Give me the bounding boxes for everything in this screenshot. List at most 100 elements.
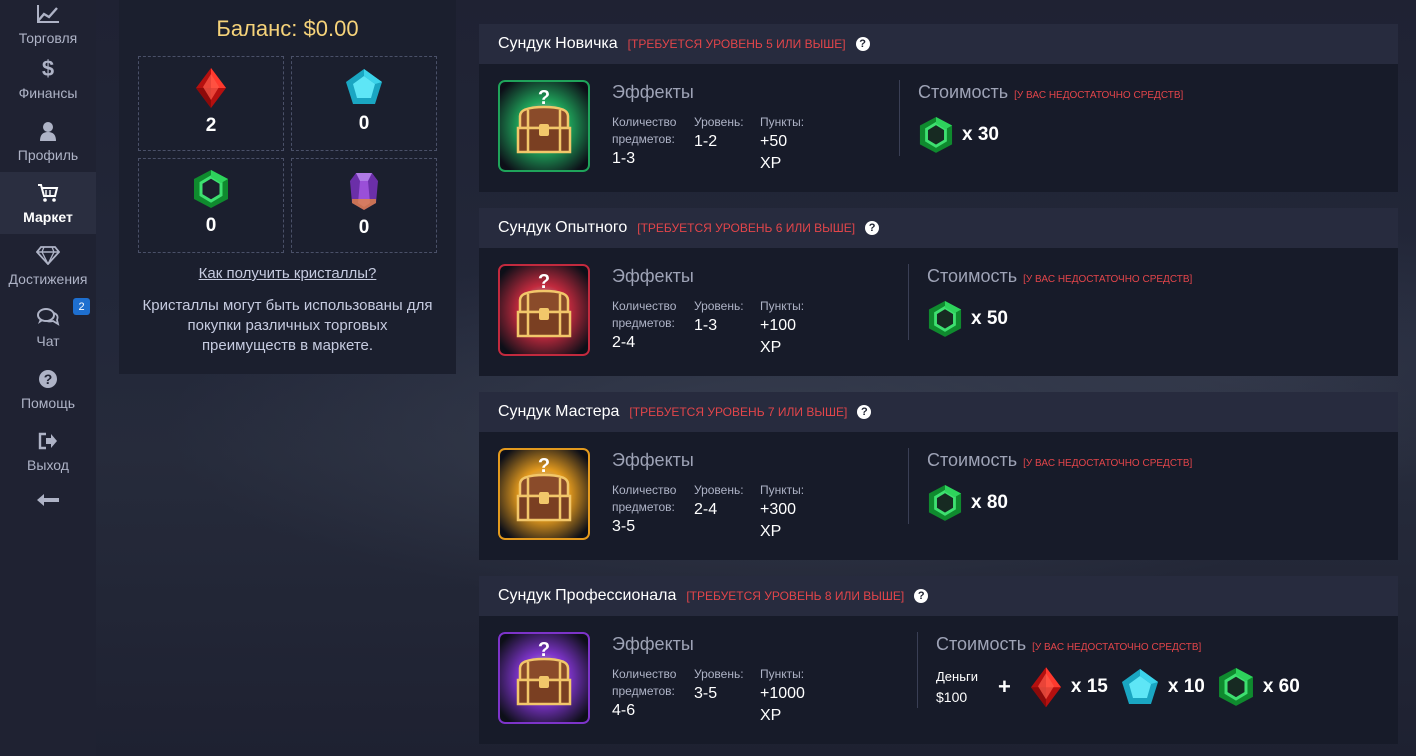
chest-title: Сундук Опытного [498,219,628,236]
level-label: Уровень: [694,299,744,313]
ruby-icon [1030,667,1061,708]
level-requirement: [ТРЕБУЕТСЯ УРОВЕНЬ 5 ИЛИ ВЫШЕ] [627,37,846,51]
effect-level: Уровень: 3-5 [694,666,744,705]
amethyst-icon [350,173,378,210]
effects-title: Эффекты [612,450,694,470]
dollar-icon: $ [41,56,55,81]
card-body: ? Эффекты Количество предметов: 2-4 Уровень:… [479,248,1398,376]
sidebar-item-label: Чат [36,333,60,349]
crystals-description: Кристаллы могут быть использованы для по… [142,297,433,354]
items-label: Количество предметов: [612,667,677,698]
cost-label: Стоимость [918,82,1009,102]
crystal-count-ruby: 2 [205,115,217,136]
chest-image[interactable]: ? [498,632,590,724]
help-icon[interactable]: ? [857,405,872,419]
chest-card-novice: Сундук Новичка [ТРЕБУЕТСЯ УРОВЕНЬ 5 ИЛИ В… [479,24,1398,192]
emerald-icon [194,170,228,208]
points-label: Пункты: [760,115,805,129]
svg-text:?: ? [538,271,550,293]
chest-image[interactable]: ? [498,264,590,356]
chest-image[interactable]: ? [498,448,590,540]
money-cost: Деньги $100 [936,667,978,707]
help-icon[interactable]: ? [855,37,870,51]
chest-title: Сундук Мастера [498,403,620,420]
cost-title: Стоимость [У ВАС НЕДОСТАТОЧНО СРЕДСТВ] [927,266,1192,287]
ruby-icon [196,68,226,108]
chest-icon: ? [498,80,590,172]
divider [899,80,900,156]
cost-title: Стоимость [У ВАС НЕДОСТАТОЧНО СРЕДСТВ] [927,450,1192,471]
help-icon[interactable]: ? [865,221,880,235]
cost-emerald: x 60 [1262,676,1300,698]
sidebar-item-label: Выход [27,457,69,473]
sidebar-item-chat[interactable]: 2 Чат [0,296,96,358]
card-body: ? Эффекты Количество предметов: 1-3 Уровень:… [479,64,1398,192]
emerald-icon [919,116,953,153]
effect-level: Уровень: 1-3 [694,298,744,337]
level-label: Уровень: [694,667,744,681]
balance-title: Баланс: $0.00 [216,16,359,41]
sidebar-item-logout[interactable]: Выход [0,420,96,482]
balance-panel: Баланс: $0.00 2 0 0 0 Как получить крист… [119,0,456,374]
sidebar-item-achievements[interactable]: Достижения [0,234,96,296]
cart-icon [37,181,59,205]
insufficient-funds: [У ВАС НЕДОСТАТОЧНО СРЕДСТВ] [1014,90,1184,101]
card-header: Сундук Новичка [ТРЕБУЕТСЯ УРОВЕНЬ 5 ИЛИ В… [479,24,1398,64]
user-icon [39,119,57,143]
sidebar-item-profile[interactable]: Профиль [0,110,96,172]
points-value: +50 [760,133,788,150]
points-unit: XP [760,155,782,172]
money-value: $100 [936,689,968,706]
sidebar-item-help[interactable]: ? Помощь [0,358,96,420]
items-value: 1-3 [612,150,636,167]
chest-icon: ? [498,632,590,724]
points-value: +100 [760,317,797,334]
chest-image[interactable]: ? [498,80,590,172]
cost-row: x 30 [918,116,1011,154]
emerald-icon [928,484,962,521]
sidebar-item-trading[interactable]: Торговля [0,0,96,48]
cost-title: Стоимость [У ВАС НЕДОСТАТОЧНО СРЕДСТВ] [918,82,1183,103]
effects-title: Эффекты [612,266,694,286]
points-value: +300 [760,501,797,518]
level-requirement: [ТРЕБУЕТСЯ УРОВЕНЬ 6 ИЛИ ВЫШЕ] [637,221,856,235]
level-value: 3-5 [694,685,718,702]
crystal-count-emerald: 0 [205,215,217,236]
diamond-icon [36,243,60,267]
sidebar-item-label: Профиль [17,147,79,163]
crystal-count-sapphire: 0 [358,113,370,134]
card-header: Сундук Опытного [ТРЕБУЕТСЯ УРОВЕНЬ 6 ИЛИ … [479,208,1398,248]
cost-emerald: x 30 [962,123,999,145]
collapse-sidebar-button[interactable] [0,482,96,522]
effects-title: Эффекты [612,82,694,102]
svg-text:?: ? [538,87,550,109]
insufficient-funds: [У ВАС НЕДОСТАТОЧНО СРЕДСТВ] [1023,274,1193,285]
sidebar-item-market[interactable]: Маркет [0,172,96,234]
effect-items: Количество предметов: 4-6 [612,666,688,722]
sapphire-icon [1121,669,1158,705]
crystal-box-sapphire: 0 [291,56,437,151]
items-label: Количество предметов: [612,299,677,330]
cost-emerald: x 80 [971,491,1008,513]
chest-card-experienced: Сундук Опытного [ТРЕБУЕТСЯ УРОВЕНЬ 6 ИЛИ … [479,208,1398,376]
svg-text:?: ? [538,639,550,661]
how-to-get-crystals-link[interactable]: Как получить кристаллы? [119,265,456,282]
level-value: 1-3 [694,317,718,334]
cost-label: Стоимость [927,266,1018,286]
effect-level: Уровень: 1-2 [694,114,744,153]
money-label: Деньги [936,669,978,685]
level-requirement: [ТРЕБУЕТСЯ УРОВЕНЬ 7 ИЛИ ВЫШЕ] [629,405,848,419]
points-unit: XP [760,707,782,724]
sidebar-item-finance[interactable]: $ Финансы [0,48,96,110]
help-icon[interactable]: ? [914,589,929,603]
cost-label: Стоимость [927,450,1018,470]
points-label: Пункты: [760,483,805,497]
crystal-box-amethyst: 0 [291,158,437,253]
items-value: 4-6 [612,702,636,719]
cost-ruby: x 15 [1070,676,1108,698]
sidebar-item-label: Достижения [8,271,88,287]
points-unit: XP [760,523,782,540]
points-unit: XP [760,339,782,356]
cost-row: x 80 [927,484,1020,522]
insufficient-funds: [У ВАС НЕДОСТАТОЧНО СРЕДСТВ] [1023,458,1193,469]
